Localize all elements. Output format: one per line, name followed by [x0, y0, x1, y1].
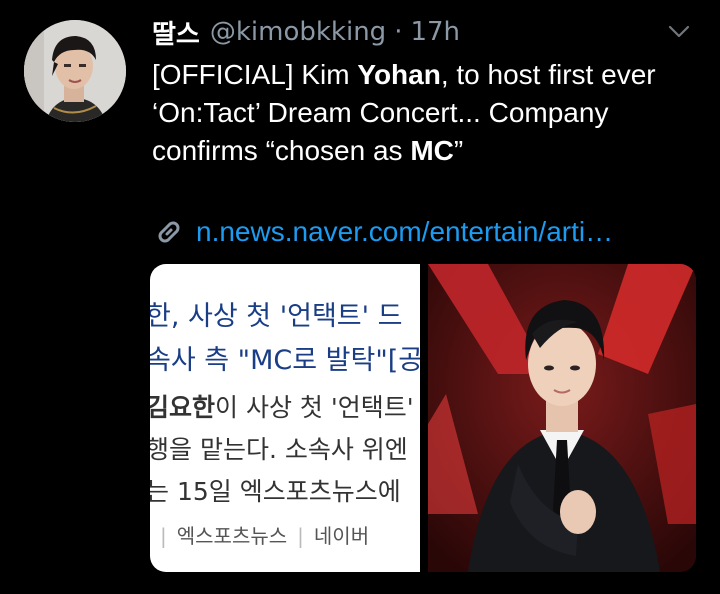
text-segment: confirms “chosen as [152, 135, 411, 166]
news-article-line-1: 김요한이 사상 첫 '언택트' [150, 388, 414, 424]
user-handle[interactable]: @kimobkking [210, 17, 386, 47]
media-grid: 한, 사상 첫 '언택트' 드 속사 측 "MC로 발탁"[공 김요한이 사상 … [150, 264, 696, 572]
source-divider: | [160, 524, 167, 548]
tweet-text: [OFFICIAL] Kim Yohan, to host first ever… [152, 56, 700, 170]
tweet-text-line-3: confirms “chosen as MC” [152, 132, 700, 170]
tweet-header: 딸스 @kimobkking · 17h [152, 12, 460, 52]
tweet-text-line-1: [OFFICIAL] Kim Yohan, to host first ever [152, 56, 700, 94]
chevron-down-icon [668, 25, 690, 38]
news-headline-line-1: 한, 사상 첫 '언택트' 드 [150, 301, 403, 332]
media-divider [420, 264, 428, 572]
link-icon [158, 221, 180, 243]
separator-dot: · [394, 17, 403, 47]
highlight-mc: MC [410, 135, 454, 166]
article-bold-name: 김요한 [150, 393, 216, 422]
display-name[interactable]: 딸스 [152, 14, 200, 51]
news-article-line-2: 행을 맡는다. 소속사 위엔 [150, 435, 408, 464]
text-segment: , to host first ever [440, 59, 656, 90]
news-article-line-3: 는 15일 엑스포츠뉴스에 [150, 477, 401, 506]
text-segment: ” [453, 135, 464, 166]
tweet-text-line-2: ‘On:Tact’ Dream Concert... Company [152, 97, 609, 128]
news-screenshot-image[interactable]: 한, 사상 첫 '언택트' 드 속사 측 "MC로 발탁"[공 김요한이 사상 … [150, 264, 420, 572]
avatar[interactable] [24, 20, 126, 122]
source-name: 엑스포츠뉴스 [176, 524, 288, 548]
tweet-link[interactable]: n.news.naver.com/entertain/arti… [152, 212, 613, 252]
tweet[interactable]: 딸스 @kimobkking · 17h [OFFICIAL] Kim Yoha… [0, 0, 720, 594]
text-segment: 이 사상 첫 '언택트' [215, 393, 414, 422]
text-segment: [OFFICIAL] Kim [152, 59, 358, 90]
timestamp[interactable]: 17h [410, 17, 460, 47]
link-url[interactable]: n.news.naver.com/entertain/arti… [196, 216, 613, 248]
news-source-row: | 엑스포츠뉴스 | 네이버 [150, 520, 420, 549]
source-portal: 네이버 [313, 524, 370, 548]
photo-image[interactable] [428, 264, 696, 572]
news-headline-line-2: 속사 측 "MC로 발탁"[공 [150, 345, 420, 376]
source-divider: | [297, 524, 304, 548]
highlight-name: Yohan [357, 59, 441, 90]
more-menu-button[interactable] [662, 18, 696, 46]
